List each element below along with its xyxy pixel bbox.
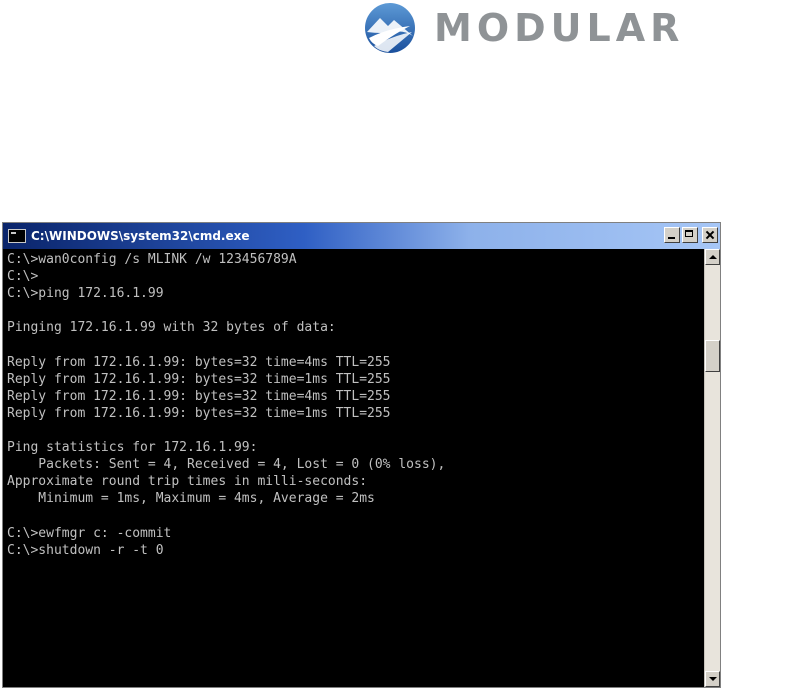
console-window-icon[interactable] (8, 229, 26, 243)
window-titlebar[interactable]: C:\WINDOWS\system32\cmd.exe (3, 223, 720, 249)
console-line: C:\>shutdown -r -t 0 (7, 542, 164, 558)
console-line: Reply from 172.16.1.99: bytes=32 time=1m… (7, 405, 391, 421)
console-line: Reply from 172.16.1.99: bytes=32 time=4m… (7, 388, 391, 404)
modular-logo-icon (365, 3, 415, 53)
cmd-window: C:\WINDOWS\system32\cmd.exe C:\>wan0conf… (2, 222, 721, 688)
console-line: C:\> (7, 269, 39, 285)
scroll-down-button[interactable] (705, 671, 720, 687)
console-line: Reply from 172.16.1.99: bytes=32 time=1m… (7, 371, 391, 387)
scrollbar-thumb[interactable] (705, 339, 720, 372)
brand-logo: MODULAR (364, 2, 684, 54)
console-output[interactable]: C:\>wan0config /s MLINK /w 123456789A C:\… (3, 249, 704, 687)
brand-wordmark: MODULAR (434, 6, 685, 50)
console-line: Packets: Sent = 4, Received = 4, Lost = … (7, 457, 446, 473)
window-controls (664, 227, 718, 243)
console-line: C:\>wan0config /s MLINK /w 123456789A (7, 252, 297, 267)
console-line: C:\>ewfmgr c: -commit (7, 525, 172, 541)
console-line: Approximate round trip times in milli-se… (7, 474, 368, 490)
console-line: Reply from 172.16.1.99: bytes=32 time=4m… (7, 354, 391, 370)
close-button[interactable] (702, 227, 718, 243)
console-line: Minimum = 1ms, Maximum = 4ms, Average = … (7, 491, 375, 507)
console-line: C:\>ping 172.16.1.99 (7, 286, 164, 302)
window-title: C:\WINDOWS\system32\cmd.exe (31, 229, 250, 243)
scroll-up-button[interactable] (705, 249, 720, 265)
console-line: Pinging 172.16.1.99 with 32 bytes of dat… (7, 320, 336, 336)
console-line: Ping statistics for 172.16.1.99: (7, 440, 258, 456)
vertical-scrollbar[interactable] (704, 249, 720, 687)
minimize-button[interactable] (664, 227, 680, 243)
maximize-button[interactable] (682, 227, 698, 243)
